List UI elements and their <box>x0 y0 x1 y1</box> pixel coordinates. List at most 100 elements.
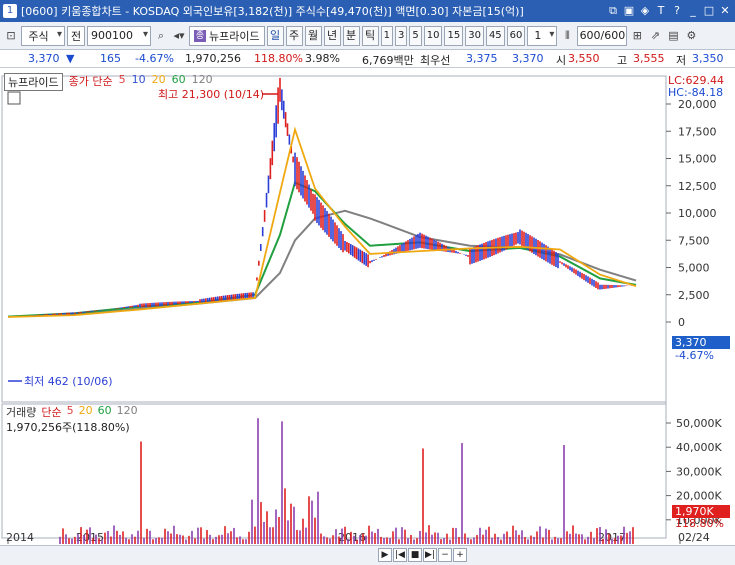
high-price: 3,555 <box>633 52 665 65</box>
type-select[interactable]: 주식 <box>21 25 65 46</box>
disk-icon[interactable]: ▤ <box>665 26 681 46</box>
vol-legend-20: 20 <box>78 404 93 417</box>
price-tick-label: 2,500 <box>678 289 710 302</box>
vol-legend-name: 거래량 <box>6 406 37 419</box>
volume-tick-label: 20,000K <box>676 490 722 503</box>
current-price: 3,370 <box>28 52 60 65</box>
legend-stock-name: 뉴프라이드 <box>4 73 63 91</box>
help-icon[interactable]: ? <box>670 4 684 18</box>
minimize-icon[interactable]: _ <box>686 4 700 18</box>
chart-area[interactable]: 20,000 17,500 15,000 12,500 10,000 7,500 5,000… <box>0 68 735 545</box>
settings-icon[interactable]: ⚙ <box>683 26 699 46</box>
open-label: 시 <box>556 54 567 67</box>
vol-legend-5: 5 <box>66 404 74 417</box>
bid-price: 3,370 <box>512 52 544 65</box>
price-tick-label: 15,000 <box>678 153 717 166</box>
price-change: 165 <box>100 52 121 65</box>
date-tick-label: 2014 <box>6 531 34 544</box>
vol-legend-120: 120 <box>116 404 138 417</box>
t-icon[interactable]: T <box>654 4 668 18</box>
jeon-button[interactable]: 전 <box>67 25 85 46</box>
interval-select[interactable]: 1 <box>527 25 558 46</box>
volume-tick-label: 50,000K <box>676 417 722 430</box>
interval-5[interactable]: 5 <box>409 25 422 46</box>
volume-tick-label: 40,000K <box>676 441 722 454</box>
nav-prev-icon[interactable]: |◀ <box>393 548 407 562</box>
vol-pct-label: 118.80% <box>675 517 724 530</box>
period-week[interactable]: 주 <box>285 25 303 46</box>
period-month[interactable]: 월 <box>304 25 322 46</box>
vol-legend-value: 1,970,256주(118.80%) <box>6 421 130 434</box>
status-bar: ▶ |◀ ■ ▶| − + <box>0 545 735 565</box>
period-year[interactable]: 년 <box>323 25 341 46</box>
legend-ma5: 5 <box>118 73 126 86</box>
price-tick-label: 7,500 <box>678 234 710 247</box>
ruler-icon[interactable]: ⊞ <box>629 26 645 46</box>
price-pane-frame <box>1 75 667 403</box>
window-title: [0600] 키움종합차트 - KOSDAQ 외국인보유[3,182(천)] 주… <box>21 5 524 18</box>
min-annotation: 최저 462 (10/06) <box>24 375 113 388</box>
nav-plus-icon[interactable]: + <box>453 548 467 562</box>
low-price: 3,350 <box>692 52 724 65</box>
interval-1[interactable]: 1 <box>380 25 393 46</box>
legend-ma60: 60 <box>171 73 186 86</box>
volume-ratio: 118.80% <box>254 52 303 65</box>
close-icon[interactable]: ✕ <box>718 4 732 18</box>
low-label: 저 <box>676 54 687 67</box>
search-icon[interactable]: ⌕ <box>153 26 169 46</box>
period-minute[interactable]: 분 <box>342 25 360 46</box>
price-tick-label: 20,000 <box>678 98 717 111</box>
nav-next-icon[interactable]: ▶| <box>423 548 437 562</box>
period-tick[interactable]: 틱 <box>361 25 379 46</box>
maximize-icon[interactable]: □ <box>702 4 716 18</box>
interval-45[interactable]: 45 <box>485 25 505 46</box>
interval-30[interactable]: 30 <box>465 25 484 46</box>
price-tick-label: 5,000 <box>678 262 710 275</box>
change-percent: -4.67% <box>135 52 174 65</box>
high-label: 고 <box>617 54 628 67</box>
interval-3[interactable]: 3 <box>394 25 408 46</box>
change-arrow: ▼ <box>66 52 75 65</box>
legend-ma-label: 종가 단순 <box>68 75 113 88</box>
price-tick-label: 10,000 <box>678 207 717 220</box>
volume-tick-label: 30,000K <box>676 465 722 478</box>
indicator-display[interactable]: 종 뉴프라이드 <box>189 25 265 46</box>
window-titlebar: 1 [0600] 키움종합차트 - KOSDAQ 외국인보유[3,182(천)]… <box>0 0 735 22</box>
interval-60[interactable]: 60 <box>506 25 526 46</box>
code-input[interactable]: 900100 <box>87 25 151 46</box>
nav-first-icon[interactable]: ▶ <box>378 548 392 562</box>
price-tick-label: 12,500 <box>678 180 717 193</box>
volume-legend: 거래량 단순 5 20 60 120 <box>6 404 138 420</box>
volume-value: 1,970,256 <box>185 52 241 65</box>
save-icon[interactable]: ▣ <box>622 4 636 18</box>
stock-mark-icon: 종 <box>194 29 206 42</box>
open-price: 3,550 <box>568 52 600 65</box>
nav-stop-icon[interactable]: ■ <box>408 548 422 562</box>
period-day[interactable]: 일 <box>266 25 284 46</box>
price-infobar: 3,370 ▼ 165 -4.67% 1,970,256 118.80% 3.9… <box>0 50 735 68</box>
main-legend: 뉴프라이드 종가 단순 5 10 20 60 120 <box>4 73 213 91</box>
layout-icon[interactable]: ⊡ <box>3 26 19 46</box>
nav-minus-icon[interactable]: − <box>438 548 452 562</box>
scroll-nav: ▶ |◀ ■ ▶| − + <box>378 548 467 562</box>
bookmark-icon[interactable]: ◈ <box>638 4 652 18</box>
window-number-badge: 1 <box>3 4 17 18</box>
interval-10[interactable]: 10 <box>423 25 443 46</box>
turnover-rate: 3.98% <box>305 52 340 65</box>
count-display[interactable]: 600/600 <box>577 25 628 46</box>
ask-price: 3,375 <box>466 52 498 65</box>
price-tick-label: 17,500 <box>678 125 717 138</box>
vol-legend-60: 60 <box>97 404 112 417</box>
grid-toggle-icon <box>7 91 21 105</box>
bars-icon[interactable]: ⦀ <box>559 26 575 46</box>
legend-ma120: 120 <box>191 73 213 86</box>
vol-legend-ma-label: 단순 <box>41 406 62 419</box>
interval-15[interactable]: 15 <box>444 25 464 46</box>
magic-icon[interactable]: ⇗ <box>647 26 663 46</box>
legend-ma20: 20 <box>151 73 166 86</box>
link-icon[interactable]: ⧉ <box>606 4 620 18</box>
chart-svg[interactable]: 20,000 17,500 15,000 12,500 10,000 7,500 5,000… <box>0 68 735 545</box>
indicator-name: 뉴프라이드 <box>209 29 260 43</box>
chart-toolbar: ⊡ 주식 전 900100 ⌕ ◂▾ 종 뉴프라이드 일 주 월 년 분 틱 1… <box>0 22 735 50</box>
sound-icon[interactable]: ◂▾ <box>171 26 187 46</box>
